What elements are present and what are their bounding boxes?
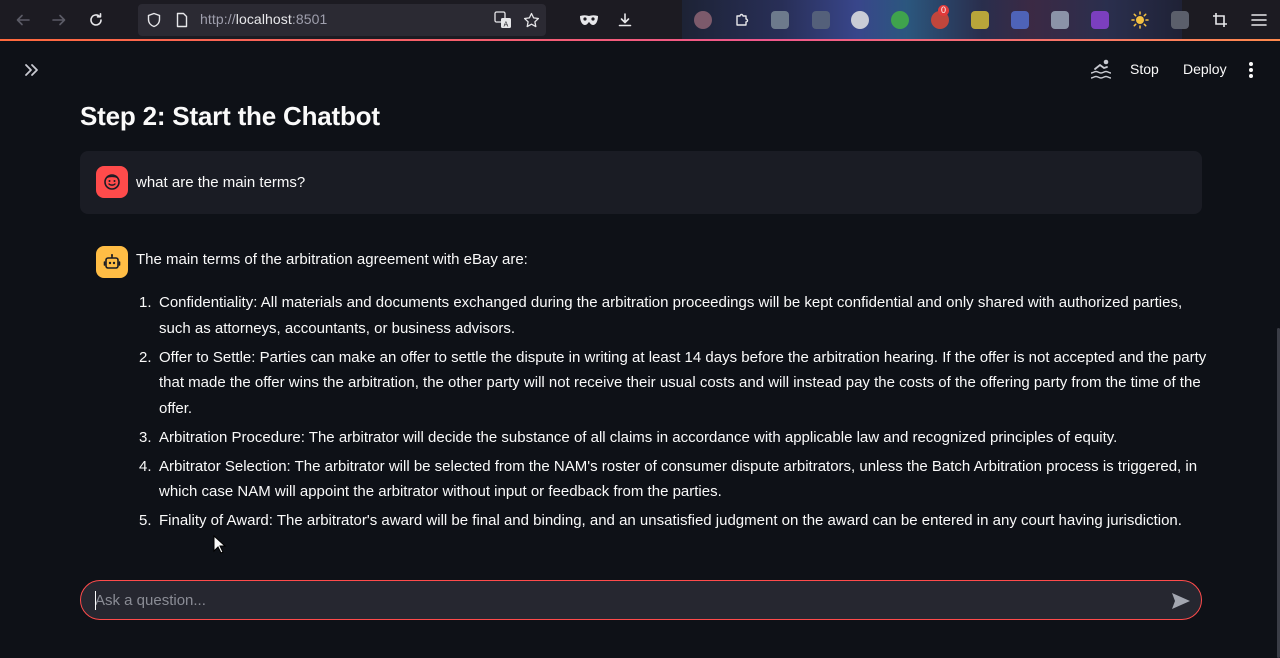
list-item: 1. Confidentiality: All materials and doc… xyxy=(136,290,1211,341)
reload-icon[interactable] xyxy=(84,8,108,32)
swimmer-icon xyxy=(1089,57,1115,83)
cursor-extension-icon[interactable] xyxy=(771,11,789,29)
clipboard-icon[interactable] xyxy=(812,11,830,29)
list-item-text: Arbitrator Selection: The arbitrator wil… xyxy=(159,457,1198,501)
forward-icon[interactable] xyxy=(47,8,71,32)
circle-extension-icon[interactable] xyxy=(851,11,869,29)
robot-icon xyxy=(96,246,128,278)
kebab-icon[interactable] xyxy=(1244,59,1258,81)
crop-icon[interactable] xyxy=(1208,8,1232,32)
list-item: 4. Arbitrator Selection: The arbitrator w… xyxy=(136,454,1211,505)
green-extension-icon[interactable] xyxy=(891,11,909,29)
translate-extension-icon[interactable] xyxy=(1011,11,1029,29)
list-item-text: Confidentiality: All materials and docum… xyxy=(159,294,1183,337)
assistant-intro-text: The main terms of the arbitration agreem… xyxy=(136,251,528,268)
list-item-text: Arbitration Procedure: The arbitrator wi… xyxy=(159,428,1118,446)
list-item-number: 3. xyxy=(139,428,152,446)
sun-icon[interactable] xyxy=(1128,8,1152,32)
pdf-extension-icon[interactable] xyxy=(971,11,989,29)
user-message: what are the main terms? xyxy=(80,151,1202,214)
user-message-text: what are the main terms? xyxy=(136,174,306,191)
url-host: localhost xyxy=(235,11,292,27)
download-icon[interactable] xyxy=(613,8,637,32)
url-port: :8501 xyxy=(291,11,328,27)
extension-icon[interactable] xyxy=(694,11,712,29)
svg-text:A: A xyxy=(504,21,509,29)
stop-button[interactable]: Stop xyxy=(1130,61,1159,77)
double-chevron-right-icon[interactable] xyxy=(20,58,44,82)
back-icon[interactable] xyxy=(11,8,35,32)
page-icon[interactable] xyxy=(170,8,194,32)
send-icon[interactable] xyxy=(1169,589,1193,613)
mask-icon[interactable] xyxy=(577,8,601,32)
list-item-number: 1. xyxy=(139,294,152,311)
smiley-face-icon xyxy=(96,166,128,198)
extension-badge: 0 xyxy=(938,5,950,16)
window-extension-icon[interactable] xyxy=(1171,11,1189,29)
star-icon[interactable] xyxy=(519,8,543,32)
purple-extension-icon[interactable] xyxy=(1091,11,1109,29)
list-item-text: Offer to Settle: Parties can make an off… xyxy=(159,348,1207,417)
page-title: Step 2: Start the Chatbot xyxy=(80,101,380,131)
mouse-cursor-icon xyxy=(213,535,227,554)
shield-icon[interactable] xyxy=(142,8,166,32)
chat-input[interactable] xyxy=(95,581,1155,619)
list-item-text: Finality of Award: The arbitrator's awar… xyxy=(159,512,1182,529)
text-caret xyxy=(95,591,96,610)
chat-input-container xyxy=(80,580,1202,620)
list-item-number: 4. xyxy=(139,457,152,475)
translate-icon[interactable]: A xyxy=(491,8,515,32)
app-header: Stop Deploy xyxy=(0,41,1280,99)
browser-toolbar: http://localhost:8501 A 0 xyxy=(0,0,1280,40)
list-item: 2. Offer to Settle: Parties can make an o… xyxy=(136,345,1211,422)
url-scheme: http:// xyxy=(200,11,236,27)
hamburger-icon[interactable] xyxy=(1247,8,1271,32)
list-item: 3. Arbitration Procedure: The arbitrator … xyxy=(136,425,1211,451)
deploy-button[interactable]: Deploy xyxy=(1183,61,1227,77)
assistant-answer-list: 1. Confidentiality: All materials and doc… xyxy=(136,290,1211,537)
list-item-number: 2. xyxy=(139,348,152,366)
url-text[interactable]: http://localhost:8501 xyxy=(200,11,327,27)
pen-extension-icon[interactable] xyxy=(1051,11,1069,29)
puzzle-icon[interactable] xyxy=(730,8,754,32)
list-item: 5. Finality of Award: The arbitrator's aw… xyxy=(136,508,1211,534)
list-item-number: 5. xyxy=(139,512,152,529)
